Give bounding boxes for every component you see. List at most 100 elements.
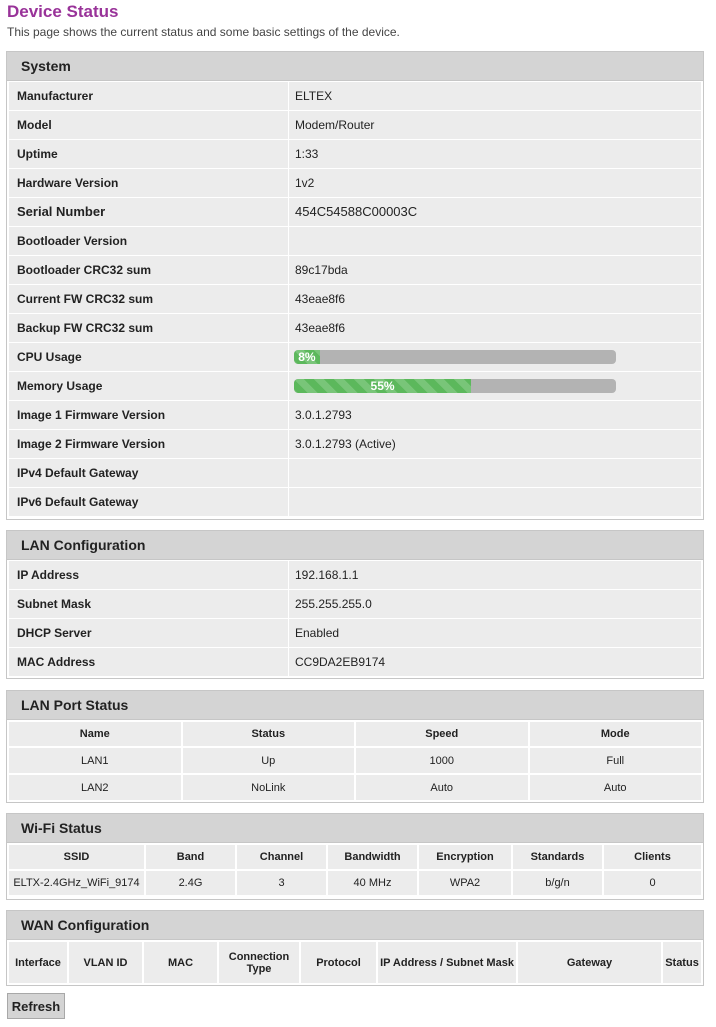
lan-port-cell-name: LAN1: [9, 748, 181, 773]
lan-port-cell-name: LAN2: [9, 775, 181, 800]
bootloader-crc32-sum-row: Bootloader CRC32 sum 89c17bda: [7, 255, 703, 284]
ip-address-value: 192.168.1.1: [289, 561, 701, 589]
memory-usage-value: 55%: [289, 372, 701, 400]
wifi-header-band: Band: [146, 845, 235, 869]
ipv6-default-gateway-label: IPv6 Default Gateway: [9, 488, 288, 516]
page-subtitle: This page shows the current status and s…: [7, 25, 400, 39]
cpu-usage-progress-bar: 8%: [294, 350, 616, 364]
serial-number-value: 454C54588C00003C: [289, 198, 701, 226]
memory-usage-label: Memory Usage: [9, 372, 288, 400]
dhcp-server-value: Enabled: [289, 619, 701, 647]
bootloader-version-row: Bootloader Version: [7, 226, 703, 255]
wifi-cell-standards: b/g/n: [513, 871, 602, 895]
lan-port-row: LAN1 Up 1000 Full: [9, 748, 701, 773]
wifi-cell-bandwidth: 40 MHz: [328, 871, 417, 895]
backup-fw-crc32-sum-value: 43eae8f6: [289, 314, 701, 342]
wifi-row: ELTX-2.4GHz_WiFi_9174 2.4G 3 40 MHz WPA2 b/g/…: [9, 871, 701, 895]
system-section-header: System: [7, 52, 703, 81]
wifi-header-ssid: SSID: [9, 845, 144, 869]
cpu-usage-value: 8%: [289, 343, 701, 371]
lan-port-cell-status: Up: [182, 748, 354, 773]
lan-configuration-table: IP Address 192.168.1.1 Subnet Mask 255.255.…: [7, 560, 703, 676]
wan-header-status: Status: [663, 942, 701, 983]
dhcp-server-row: DHCP Server Enabled: [7, 618, 703, 647]
uptime-value: 1:33: [289, 140, 701, 168]
page-title: Device Status: [7, 2, 119, 21]
wan-header-connection-type: Connection Type: [219, 942, 299, 983]
wifi-table: SSID Band Channel Bandwidth Encryption Standa…: [7, 843, 703, 897]
wan-header-ip-address-subnet-mask: IP Address / Subnet Mask: [378, 942, 516, 983]
wifi-cell-ssid: ELTX-2.4GHz_WiFi_9174: [9, 871, 144, 895]
mac-address-label: MAC Address: [9, 648, 288, 676]
model-label: Model: [9, 111, 288, 139]
cpu-usage-progress-text: 8%: [298, 350, 316, 364]
hardware-version-row: Hardware Version 1v2: [7, 168, 703, 197]
manufacturer-label: Manufacturer: [9, 82, 288, 110]
uptime-label: Uptime: [9, 140, 288, 168]
image-2-firmware-version-value: 3.0.1.2793 (Active): [289, 430, 701, 458]
wan-header-vlan-id: VLAN ID: [69, 942, 142, 983]
lan-port-cell-speed: 1000: [356, 748, 528, 773]
ipv4-default-gateway-value: [289, 459, 701, 487]
mac-address-row: MAC Address CC9DA2EB9174: [7, 647, 703, 676]
subnet-mask-value: 255.255.255.0: [289, 590, 701, 618]
lan-port-cell-speed: Auto: [356, 775, 528, 800]
ipv4-default-gateway-row: IPv4 Default Gateway: [7, 458, 703, 487]
wifi-cell-encryption: WPA2: [419, 871, 511, 895]
image-1-firmware-version-label: Image 1 Firmware Version: [9, 401, 288, 429]
wan-configuration-header: WAN Configuration: [7, 911, 703, 940]
refresh-button[interactable]: Refresh: [7, 993, 65, 1019]
lan-configuration-header: LAN Configuration: [7, 531, 703, 560]
ipv6-default-gateway-value: [289, 488, 701, 516]
lan-port-cell-mode: Full: [529, 748, 701, 773]
memory-usage-progress-text: 55%: [370, 379, 395, 393]
ipv4-default-gateway-label: IPv4 Default Gateway: [9, 459, 288, 487]
wan-header-interface: Interface: [9, 942, 67, 983]
lan-configuration-section: LAN Configuration IP Address 192.168.1.1 S…: [6, 530, 704, 679]
wan-header-protocol: Protocol: [301, 942, 376, 983]
lan-port-table: Name Status Speed Mode LAN1 Up 1000 Full LAN2 No…: [7, 720, 703, 802]
system-section: System Manufacturer ELTEX Model Modem/Route…: [6, 51, 704, 520]
cpu-usage-label: CPU Usage: [9, 343, 288, 371]
bootloader-version-value: [289, 227, 701, 255]
lan-port-cell-status: NoLink: [182, 775, 354, 800]
lan-port-status-section: LAN Port Status Name Status Speed Mode LAN1…: [6, 690, 704, 803]
lan-port-header-name: Name: [9, 722, 181, 746]
wifi-header-encryption: Encryption: [419, 845, 511, 869]
lan-port-cell-mode: Auto: [529, 775, 701, 800]
wifi-header-channel: Channel: [237, 845, 326, 869]
bootloader-crc32-sum-label: Bootloader CRC32 sum: [9, 256, 288, 284]
lan-port-row: LAN2 NoLink Auto Auto: [9, 775, 701, 800]
image-2-firmware-version-label: Image 2 Firmware Version: [9, 430, 288, 458]
cpu-usage-row: CPU Usage 8%: [7, 342, 703, 371]
ip-address-label: IP Address: [9, 561, 288, 589]
current-fw-crc32-sum-value: 43eae8f6: [289, 285, 701, 313]
model-row: Model Modem/Router: [7, 110, 703, 139]
hardware-version-value: 1v2: [289, 169, 701, 197]
system-table: Manufacturer ELTEX Model Modem/Router Uptime…: [7, 81, 703, 516]
wifi-cell-channel: 3: [237, 871, 326, 895]
dhcp-server-label: DHCP Server: [9, 619, 288, 647]
current-fw-crc32-sum-label: Current FW CRC32 sum: [9, 285, 288, 313]
lan-port-header-status: Status: [182, 722, 354, 746]
memory-usage-progress-bar: 55%: [294, 379, 616, 393]
image-1-firmware-version-row: Image 1 Firmware Version 3.0.1.2793: [7, 400, 703, 429]
wifi-header-bandwidth: Bandwidth: [328, 845, 417, 869]
ipv6-default-gateway-row: IPv6 Default Gateway: [7, 487, 703, 516]
wan-table: Interface VLAN ID MAC Connection Type Protoc…: [7, 940, 703, 985]
mac-address-value: CC9DA2EB9174: [289, 648, 701, 676]
model-value: Modem/Router: [289, 111, 701, 139]
wan-header-mac: MAC: [144, 942, 217, 983]
bootloader-version-label: Bootloader Version: [9, 227, 288, 255]
wifi-cell-clients: 0: [604, 871, 701, 895]
backup-fw-crc32-sum-row: Backup FW CRC32 sum 43eae8f6: [7, 313, 703, 342]
wifi-status-section: Wi-Fi Status SSID Band Channel Bandwidth Enc…: [6, 813, 704, 900]
memory-usage-row: Memory Usage 55%: [7, 371, 703, 400]
image-2-firmware-version-row: Image 2 Firmware Version 3.0.1.2793 (Acti…: [7, 429, 703, 458]
image-1-firmware-version-value: 3.0.1.2793: [289, 401, 701, 429]
wifi-header-clients: Clients: [604, 845, 701, 869]
subnet-mask-label: Subnet Mask: [9, 590, 288, 618]
backup-fw-crc32-sum-label: Backup FW CRC32 sum: [9, 314, 288, 342]
bootloader-crc32-sum-value: 89c17bda: [289, 256, 701, 284]
lan-port-header-speed: Speed: [356, 722, 528, 746]
